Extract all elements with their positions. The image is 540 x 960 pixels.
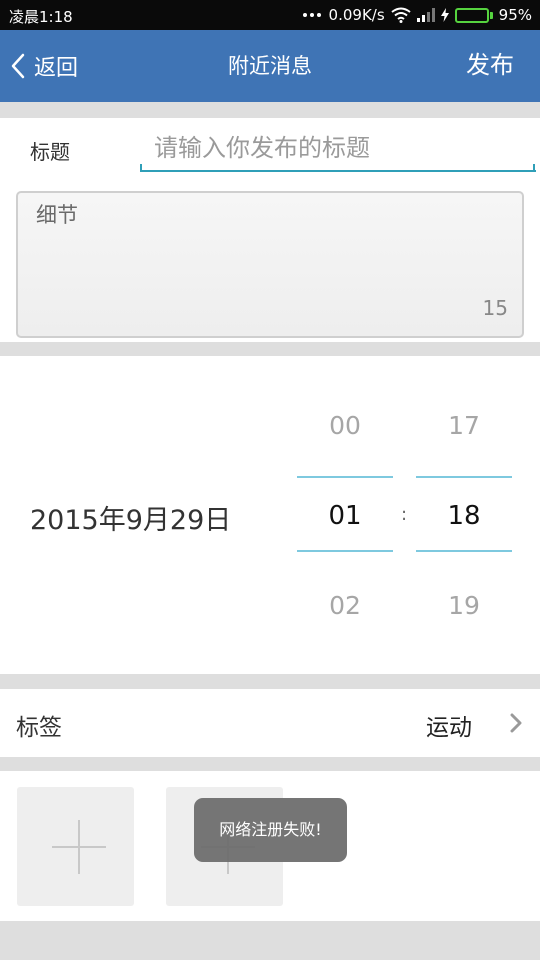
- time-separator: :: [401, 504, 408, 525]
- wheel-divider: [416, 550, 512, 552]
- tag-value: 运动: [426, 715, 472, 741]
- status-time: 凌晨1:18: [9, 8, 73, 26]
- input-underline-cap: [140, 164, 142, 172]
- wifi-icon: [391, 7, 411, 23]
- datetime-picker: 2015年9月29日 00 01 02 : 17 18 19: [0, 356, 540, 674]
- minute-current[interactable]: 18: [416, 501, 512, 531]
- signal-icon: [416, 8, 435, 22]
- title-input[interactable]: [140, 126, 536, 172]
- wheel-divider: [297, 476, 393, 478]
- chevron-right-icon: [510, 713, 522, 733]
- minute-next[interactable]: 19: [416, 591, 512, 620]
- more-dots-icon: [302, 13, 321, 17]
- minute-wheel[interactable]: 17 18 19: [416, 356, 512, 674]
- detail-textarea[interactable]: [18, 193, 522, 336]
- hour-wheel[interactable]: 00 01 02: [297, 356, 393, 674]
- back-label: 返回: [34, 56, 79, 81]
- toast-message: 网络注册失败!: [194, 798, 347, 862]
- input-underline-cap: [533, 164, 535, 172]
- battery-icon: [454, 7, 493, 23]
- date-text[interactable]: 2015年9月29日: [30, 498, 231, 537]
- minute-prev[interactable]: 17: [416, 411, 512, 440]
- publish-button[interactable]: 发布: [466, 30, 514, 102]
- wheel-divider: [297, 550, 393, 552]
- hour-next[interactable]: 02: [297, 591, 393, 620]
- tag-row[interactable]: 标签 运动: [0, 689, 540, 757]
- page-title: 附近消息: [228, 54, 312, 78]
- wheel-divider: [416, 476, 512, 478]
- tag-label: 标签: [16, 715, 62, 741]
- status-bar: 凌晨1:18 0.09K/s 95%: [0, 0, 540, 30]
- plus-icon: [52, 820, 106, 874]
- title-label: 标题: [30, 140, 70, 164]
- add-photo-button[interactable]: [17, 787, 134, 906]
- char-count: 15: [482, 296, 508, 320]
- battery-percent: 95%: [498, 6, 532, 24]
- chevron-left-icon: [11, 53, 25, 79]
- network-speed: 0.09K/s: [328, 6, 385, 24]
- nav-bar: 返回 附近消息 发布: [0, 30, 540, 102]
- back-button[interactable]: 返回: [8, 30, 78, 102]
- hour-current[interactable]: 01: [297, 501, 393, 531]
- charging-bolt-icon: [440, 8, 449, 22]
- status-icons: 0.09K/s 95%: [302, 5, 532, 25]
- hour-prev[interactable]: 00: [297, 411, 393, 440]
- message-form: 标题 15: [0, 118, 540, 342]
- detail-box: 15: [16, 191, 524, 338]
